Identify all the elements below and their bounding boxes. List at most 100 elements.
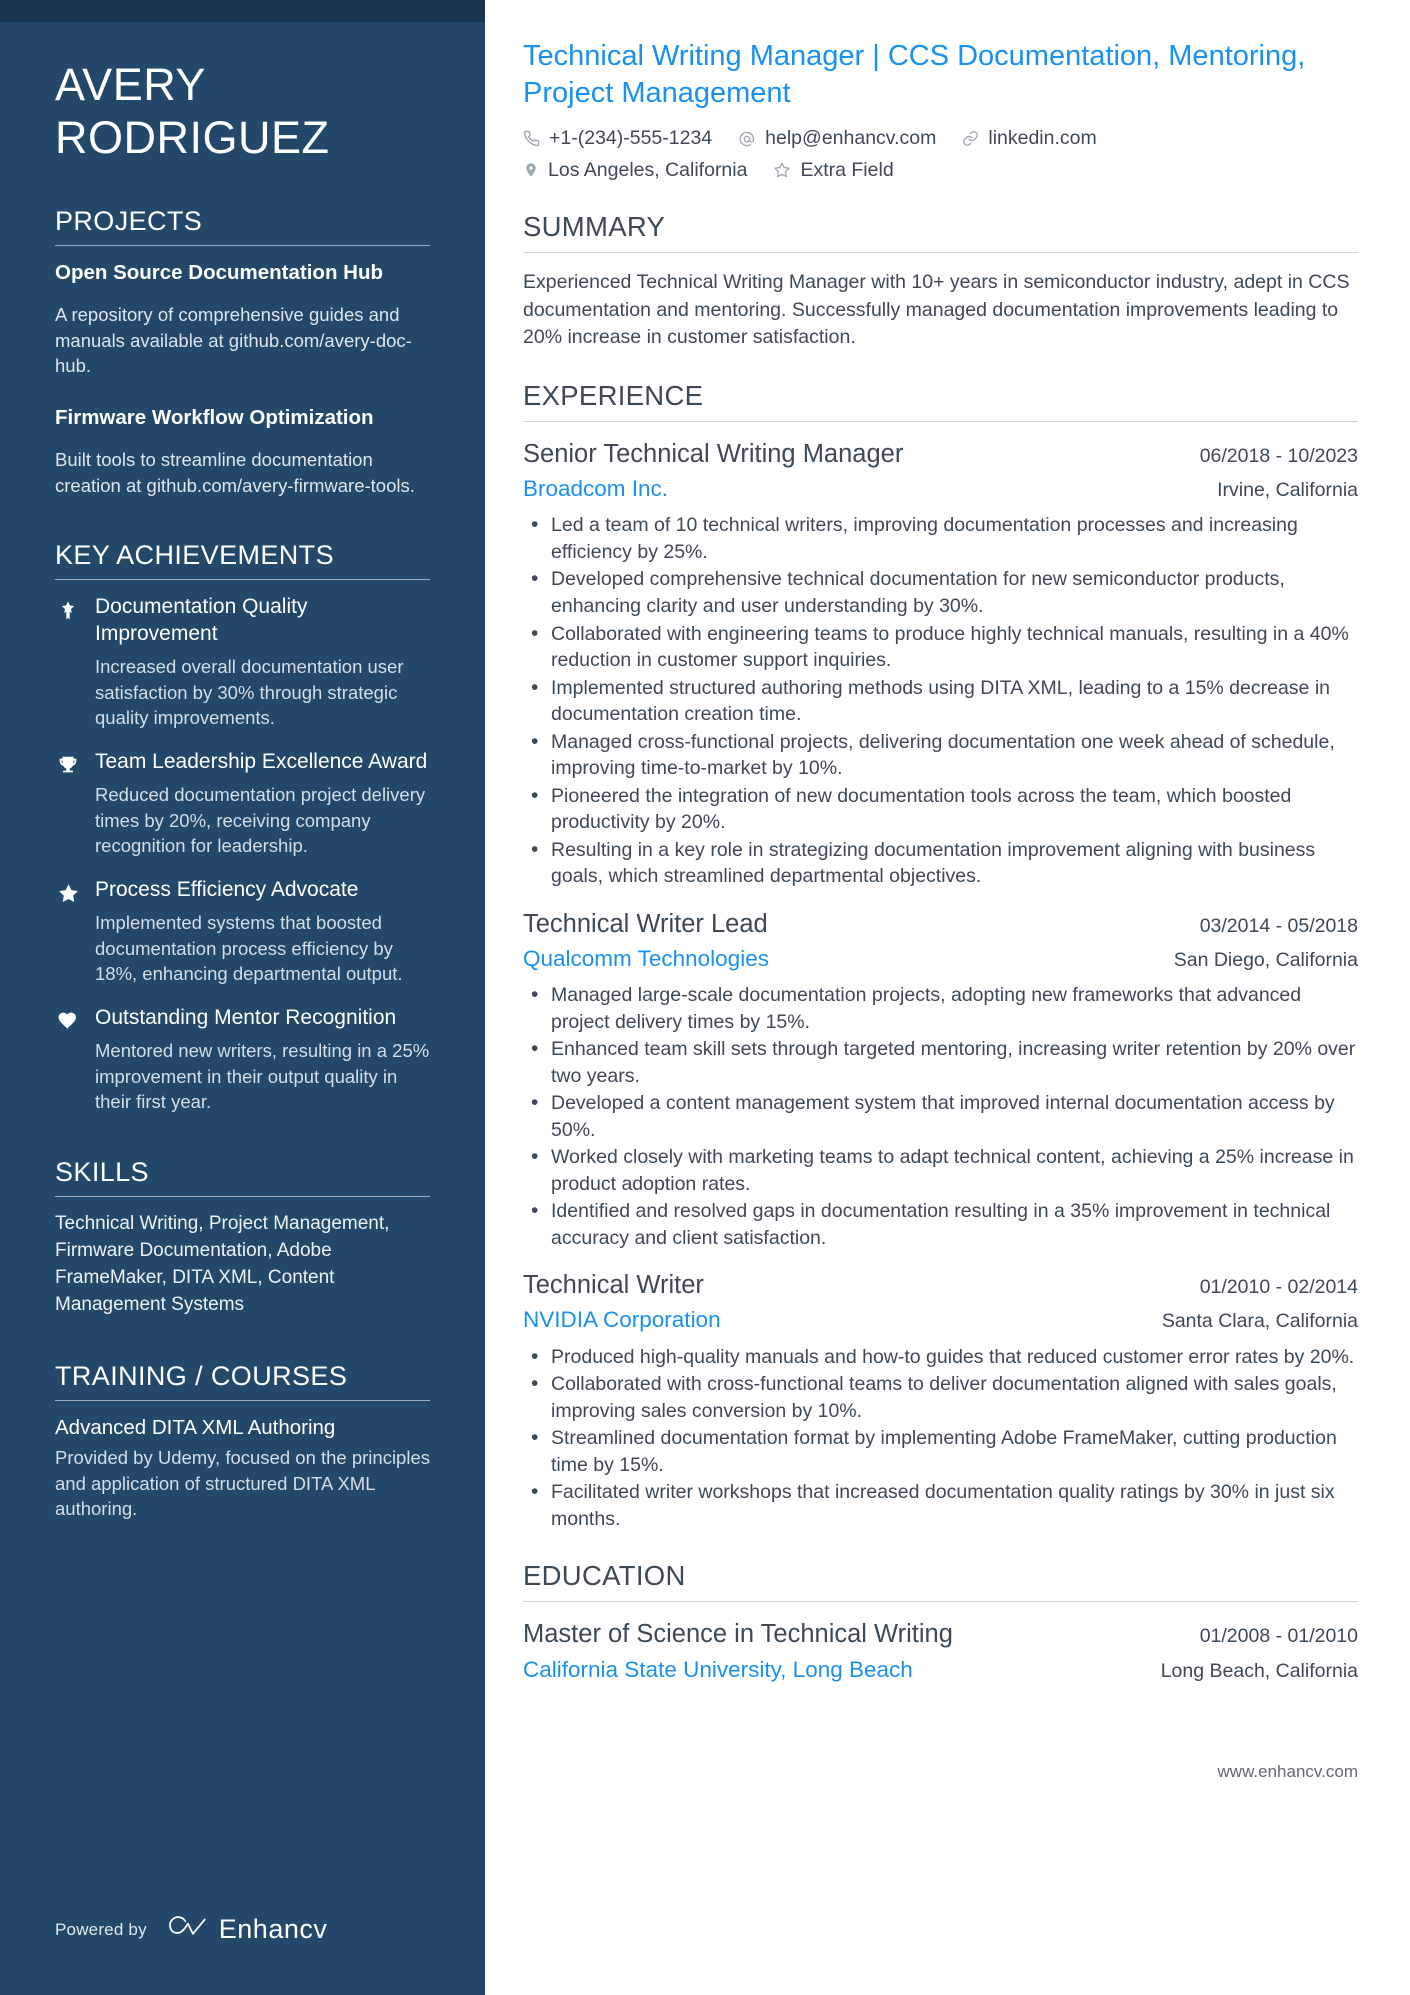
email-at-icon: [738, 130, 756, 148]
bullet: Developed comprehensive technical docume…: [531, 565, 1358, 619]
education-heading: EDUCATION: [523, 1560, 686, 1592]
bullet: Developed a content management system th…: [531, 1089, 1358, 1143]
education-date: 01/2008 - 01/2010: [1199, 1625, 1358, 1648]
project-title: Open Source Documentation Hub: [55, 261, 384, 285]
contact-email[interactable]: help@enhancv.com: [738, 126, 936, 151]
training-heading: TRAINING / COURSES: [55, 1360, 348, 1391]
experience-entry: Technical Writer Lead 03/2014 - 05/2018 …: [523, 908, 1358, 1252]
contact-extra-field: Extra Field: [773, 158, 894, 183]
contact-email-text: help@enhancv.com: [765, 127, 937, 150]
divider: [523, 251, 1358, 253]
contact-row: Los Angeles, California Extra Field: [523, 158, 1358, 183]
achievement-title: Outstanding Mentor Recognition: [95, 1005, 397, 1029]
star-icon: [55, 877, 81, 905]
divider: [55, 1195, 430, 1197]
link-icon: [962, 130, 979, 147]
experience-company[interactable]: Qualcomm Technologies: [523, 944, 769, 973]
professional-headline: Technical Writing Manager | CCS Document…: [523, 40, 1306, 110]
divider: [523, 420, 1358, 422]
experience-role: Senior Technical Writing Manager: [523, 439, 904, 468]
achievement-item: Team Leadership Excellence Award Reduced…: [55, 749, 430, 859]
experience-heading: EXPERIENCE: [523, 379, 704, 411]
course-title: Advanced DITA XML Authoring: [55, 1415, 336, 1439]
projects-heading: PROJECTS: [55, 206, 203, 237]
main-content: Technical Writing Manager | CCS Document…: [485, 0, 1410, 1995]
education-school[interactable]: California State University, Long Beach: [523, 1655, 913, 1684]
achievement-title: Process Efficiency Advocate: [95, 877, 359, 901]
location-pin-icon: [523, 161, 539, 179]
enhancv-logo-icon: [165, 1914, 209, 1945]
experience-bullets: Produced high-quality manuals and how-to…: [523, 1343, 1358, 1533]
sidebar-section-achievements: KEY ACHIEVEMENTS Documentation Quality I…: [55, 540, 430, 1114]
divider: [55, 579, 430, 581]
divider: [523, 1601, 1358, 1603]
experience-location: San Diego, California: [1173, 948, 1358, 971]
sidebar: AVERY RODRIGUEZ PROJECTS Open Source Doc…: [0, 0, 485, 1995]
contact-info: +1-(234)-555-1234 help@enhancv.com linke…: [523, 126, 1358, 183]
divider: [55, 245, 430, 247]
bookmark-star-icon: [55, 594, 81, 621]
bullet: Managed cross-functional projects, deliv…: [531, 728, 1358, 782]
achievement-item: Outstanding Mentor Recognition Mentored …: [55, 1005, 430, 1115]
contact-phone[interactable]: +1-(234)-555-1234: [523, 126, 712, 151]
achievement-description: Reduced documentation project delivery t…: [95, 784, 426, 857]
star-outline-icon: [773, 161, 791, 179]
achievement-item: Documentation Quality Improvement Increa…: [55, 594, 430, 730]
experience-role: Technical Writer Lead: [523, 909, 768, 938]
bullet: Collaborated with cross-functional teams…: [531, 1370, 1358, 1424]
achievement-title: Documentation Quality Improvement: [95, 595, 308, 645]
contact-phone-text: +1-(234)-555-1234: [549, 127, 713, 150]
experience-location: Irvine, California: [1217, 479, 1358, 502]
sidebar-section-projects: PROJECTS Open Source Documentation Hub A…: [55, 206, 430, 498]
education-entry: Master of Science in Technical Writing 0…: [523, 1618, 1358, 1683]
section-experience: EXPERIENCE Senior Technical Writing Mana…: [523, 380, 1358, 1532]
experience-bullets: Led a team of 10 technical writers, impr…: [523, 511, 1358, 890]
education-location: Long Beach, California: [1160, 1659, 1358, 1682]
powered-by-label: Powered by: [55, 1919, 147, 1939]
achievement-item: Process Efficiency Advocate Implemented …: [55, 877, 430, 987]
candidate-name: AVERY RODRIGUEZ: [55, 59, 330, 164]
sidebar-section-training: TRAINING / COURSES Advanced DITA XML Aut…: [55, 1361, 430, 1522]
achievement-title: Team Leadership Excellence Award: [95, 749, 428, 773]
project-item: Firmware Workflow Optimization Built too…: [55, 405, 430, 498]
bullet: Produced high-quality manuals and how-to…: [531, 1343, 1358, 1371]
contact-linkedin[interactable]: linkedin.com: [962, 126, 1097, 151]
project-description: A repository of comprehensive guides and…: [55, 304, 412, 377]
skills-heading: SKILLS: [55, 1156, 149, 1187]
contact-extra-field-text: Extra Field: [800, 158, 894, 181]
bullet: Collaborated with engineering teams to p…: [531, 620, 1358, 674]
achievement-description: Implemented systems that boosted documen…: [95, 912, 403, 985]
experience-entry: Senior Technical Writing Manager 06/2018…: [523, 438, 1358, 890]
contact-linkedin-text: linkedin.com: [988, 127, 1097, 150]
enhancv-wordmark: Enhancv: [218, 1914, 328, 1944]
bullet: Identified and resolved gaps in document…: [531, 1197, 1358, 1251]
project-description: Built tools to streamline documentation …: [55, 449, 415, 496]
bullet: Pioneered the integration of new documen…: [531, 782, 1358, 836]
contact-location: Los Angeles, California: [523, 158, 747, 183]
education-degree: Master of Science in Technical Writing: [523, 1620, 953, 1649]
enhancv-logo: Enhancv: [165, 1914, 328, 1945]
section-education: EDUCATION Master of Science in Technical…: [523, 1560, 1358, 1683]
sidebar-footer: Powered by Enhancv: [55, 1914, 327, 1945]
bullet: Facilitated writer workshops that increa…: [531, 1478, 1358, 1532]
bullet: Resulting in a key role in strategizing …: [531, 836, 1358, 890]
experience-company[interactable]: Broadcom Inc.: [523, 474, 668, 503]
divider: [55, 1399, 430, 1401]
achievements-heading: KEY ACHIEVEMENTS: [55, 540, 334, 571]
summary-text: Experienced Technical Writing Manager wi…: [523, 270, 1350, 349]
experience-role: Technical Writer: [523, 1271, 704, 1300]
bullet: Worked closely with marketing teams to a…: [531, 1143, 1358, 1197]
phone-icon: [523, 130, 540, 147]
achievement-description: Increased overall documentation user sat…: [95, 656, 404, 729]
bullet: Implemented structured authoring methods…: [531, 674, 1358, 728]
sidebar-section-skills: SKILLS Technical Writing, Project Manage…: [55, 1157, 430, 1319]
contact-location-text: Los Angeles, California: [548, 158, 748, 181]
experience-entry: Technical Writer 01/2010 - 02/2014 NVIDI…: [523, 1269, 1358, 1532]
bullet: Streamlined documentation format by impl…: [531, 1424, 1358, 1478]
project-item: Open Source Documentation Hub A reposito…: [55, 260, 430, 379]
bullet: Managed large-scale documentation projec…: [531, 981, 1358, 1035]
achievement-description: Mentored new writers, resulting in a 25%…: [95, 1040, 430, 1113]
bullet: Led a team of 10 technical writers, impr…: [531, 511, 1358, 565]
experience-company[interactable]: NVIDIA Corporation: [523, 1305, 721, 1334]
bullet: Enhanced team skill sets through targete…: [531, 1035, 1358, 1089]
